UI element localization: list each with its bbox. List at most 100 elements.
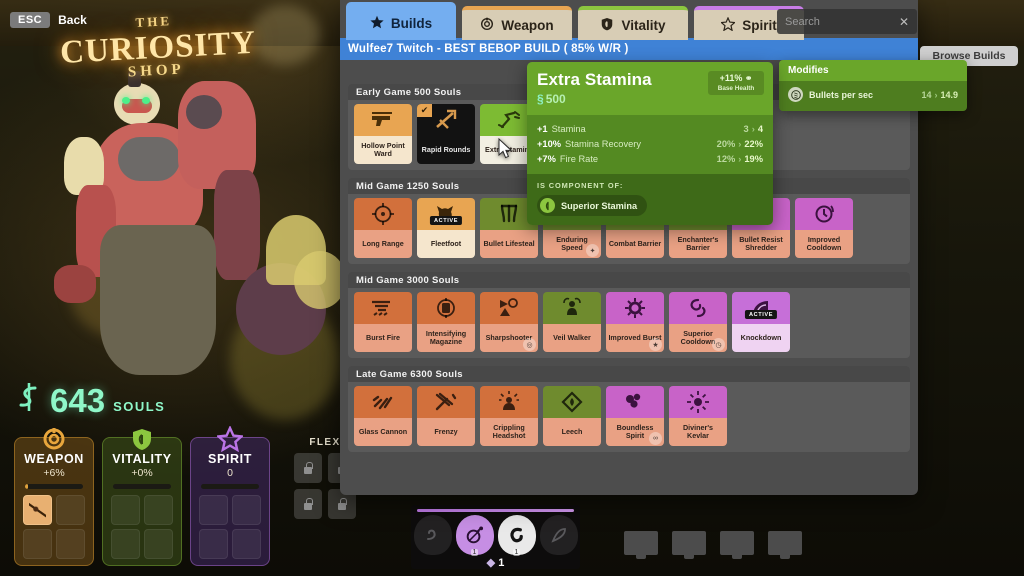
tab-label-vitality: Vitality xyxy=(621,17,666,33)
item-card[interactable]: Veil Walker xyxy=(543,292,601,352)
component-item-pill[interactable]: Superior Stamina xyxy=(537,195,648,216)
arrow-icon: › xyxy=(751,123,755,134)
tooltip-stat-row: +10% Stamina Recovery 20% › 22% xyxy=(537,136,763,151)
item-card[interactable]: Burst Fire xyxy=(354,292,412,352)
item-card[interactable]: Hollow Point Ward xyxy=(354,104,412,164)
item-card[interactable]: Leech xyxy=(543,386,601,446)
shards-icon xyxy=(354,386,412,418)
item-name: Crippling Headshot xyxy=(480,418,538,446)
stat-slots-weapon xyxy=(21,495,87,559)
tooltip-badge-label: Base Health xyxy=(717,85,755,92)
item-name: Bullet Lifesteal xyxy=(480,230,538,258)
active-badge: ACTIVE xyxy=(429,216,463,225)
tooltip-stat-progression: 12% › 19% xyxy=(717,154,763,164)
modifies-to: 14.9 xyxy=(940,89,958,100)
section-heading-text: Mid Game 1250 Souls xyxy=(356,180,460,192)
item-card[interactable]: Diviner's Kevlar xyxy=(669,386,727,446)
stat-bar-weapon xyxy=(25,484,83,489)
item-card[interactable]: Frenzy xyxy=(417,386,475,446)
bottom-item-slot[interactable] xyxy=(720,531,754,555)
bottom-item-slot[interactable] xyxy=(624,531,658,555)
stat-name-weapon: WEAPON xyxy=(24,452,84,466)
ability-level: 1 xyxy=(470,549,479,556)
bottom-item-slot[interactable] xyxy=(768,531,802,555)
item-name: Glass Cannon xyxy=(354,418,412,446)
ability-slot-bomb[interactable]: 1 xyxy=(455,515,494,556)
bottom-item-slots xyxy=(624,531,802,555)
headshot-icon xyxy=(480,386,538,418)
item-card[interactable]: ∞ Boundless Spirit xyxy=(606,386,664,446)
ability-slot-hook[interactable] xyxy=(413,515,452,555)
item-card[interactable]: Crippling Headshot xyxy=(480,386,538,446)
item-slot[interactable] xyxy=(56,529,85,559)
stat-column-weapon[interactable]: WEAPON +6% xyxy=(14,428,94,566)
item-slot[interactable] xyxy=(23,529,52,559)
item-slot[interactable] xyxy=(232,529,261,559)
arrow-icon: › xyxy=(738,138,742,149)
stat-bar-spirit xyxy=(201,484,259,489)
bottom-item-slot[interactable] xyxy=(672,531,706,555)
section-late-game-6300: Late Game 6300 Souls Glass Cannon Frenzy xyxy=(348,366,910,452)
item-card[interactable]: ACTIVE Fleetfoot xyxy=(417,198,475,258)
scope-icon xyxy=(480,292,538,324)
item-card[interactable]: Long Range xyxy=(354,198,412,258)
lock-icon xyxy=(303,462,313,474)
item-slot[interactable] xyxy=(199,495,228,525)
item-tooltip: Extra Stamina § 500 +11% ⚭ Base Health +1… xyxy=(527,62,773,225)
lock-icon xyxy=(337,498,347,510)
tab-label-weapon: Weapon xyxy=(501,17,554,33)
item-card[interactable]: ACTIVE Knockdown xyxy=(732,292,790,352)
item-card[interactable]: Improved Cooldown xyxy=(795,198,853,258)
stat-column-spirit[interactable]: SPIRIT 0 xyxy=(190,425,270,566)
shield-icon xyxy=(600,17,614,33)
back-label: Back xyxy=(58,13,87,27)
item-card[interactable]: Intensifying Magazine xyxy=(417,292,475,352)
ability-icons: 1 1 xyxy=(411,515,580,556)
flex-slot-locked[interactable] xyxy=(294,489,322,519)
stat-column-vitality[interactable]: VITALITY +0% xyxy=(102,429,182,566)
flex-slot-locked[interactable] xyxy=(294,453,322,483)
close-icon[interactable]: ✕ xyxy=(899,15,909,29)
arrow-icon: › xyxy=(934,89,938,100)
tooltip-badge-number: +11% xyxy=(719,73,743,83)
tab-weapon[interactable]: Weapon xyxy=(462,6,572,40)
souls-amount: 643 xyxy=(50,382,106,419)
item-card[interactable]: ◎ Sharpshooter xyxy=(480,292,538,352)
back-control[interactable]: ESC Back xyxy=(10,12,87,28)
section-heading-text: Mid Game 3000 Souls xyxy=(356,274,460,286)
ability-slot-uppercut[interactable]: 1 xyxy=(497,515,536,556)
bullets-icon xyxy=(788,87,803,102)
item-slot[interactable] xyxy=(144,529,173,559)
item-card[interactable]: ★ Improved Burst xyxy=(606,292,664,352)
item-slot[interactable] xyxy=(199,529,228,559)
modifies-title: Modifies xyxy=(779,60,967,81)
search-input[interactable] xyxy=(785,15,895,28)
curiosity-shop-logo: THE CURIOSITY SHOP xyxy=(59,9,257,81)
stat-slots-spirit xyxy=(197,495,263,559)
tooltip-stat-delta: +7% xyxy=(537,153,556,164)
item-card[interactable]: ✔ Rapid Rounds xyxy=(417,104,475,164)
tooltip-stat-delta: +10% xyxy=(537,138,562,149)
ability-slot-rocket[interactable] xyxy=(539,515,578,555)
section-heading: Late Game 6300 Souls xyxy=(348,366,910,382)
diviner-icon xyxy=(669,386,727,418)
boundless-icon xyxy=(606,386,664,418)
build-title: Wulfee7 Twitch - BEST BEBOP BUILD ( 85% … xyxy=(348,43,629,55)
item-slot[interactable] xyxy=(232,495,261,525)
target-icon: ◎ xyxy=(523,338,536,351)
item-card[interactable]: ◷ Superior Cooldown xyxy=(669,292,727,352)
item-slot[interactable] xyxy=(23,495,52,525)
tab-vitality[interactable]: Vitality xyxy=(578,6,688,40)
tab-builds[interactable]: Builds xyxy=(346,2,456,40)
stat-name-spirit: SPIRIT xyxy=(208,452,252,466)
item-slot[interactable] xyxy=(111,529,140,559)
item-slot[interactable] xyxy=(111,495,140,525)
spark-icon xyxy=(606,292,664,324)
item-name: Bullet Resist Shredder xyxy=(732,230,790,258)
item-slot[interactable] xyxy=(144,495,173,525)
search-box[interactable]: ✕ xyxy=(777,9,917,34)
weapon-ring-icon xyxy=(480,17,494,33)
tooltip-stats: +1 Stamina 3 › 4 +10% Stamina Recovery 20%… xyxy=(527,115,773,174)
item-slot[interactable] xyxy=(56,495,85,525)
item-card[interactable]: Glass Cannon xyxy=(354,386,412,446)
